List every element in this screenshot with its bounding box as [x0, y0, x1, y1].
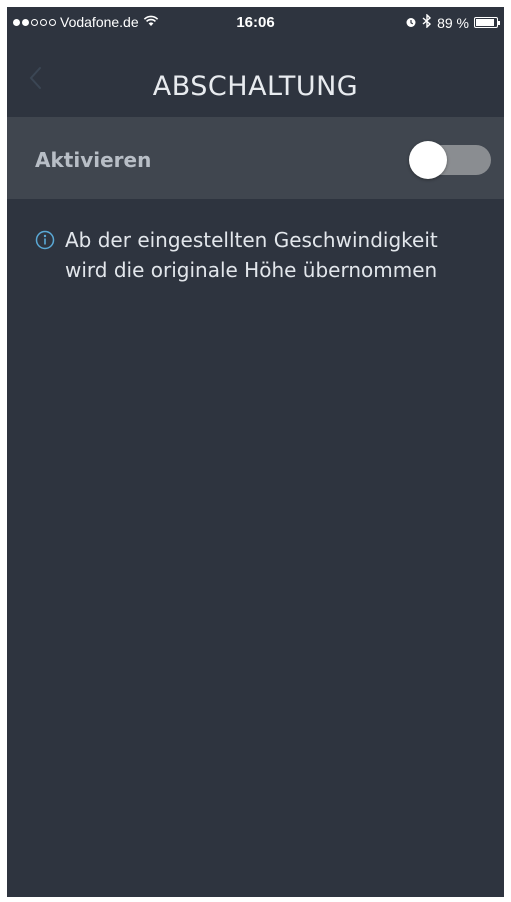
status-right: 89 % [405, 13, 500, 31]
toggle-knob [409, 141, 447, 179]
navigation-bar: ABSCHALTUNG [7, 37, 504, 117]
activate-setting-row: Aktivieren [7, 117, 504, 199]
activate-toggle[interactable] [409, 141, 491, 179]
info-text: Ab der eingestellten Geschwindigkeit wir… [65, 228, 438, 282]
page-title: ABSCHALTUNG [152, 71, 359, 102]
info-note: Ab der eingestellten Geschwindigkeit wir… [35, 225, 485, 285]
app-screen: Vodafone.de 16:06 89 % ABSCHALTUNG Aktiv… [7, 7, 504, 897]
status-bar: Vodafone.de 16:06 89 % [7, 7, 504, 37]
activate-label: Aktivieren [35, 148, 152, 172]
battery-level [476, 19, 494, 26]
alarm-icon [405, 15, 417, 31]
bluetooth-icon [422, 13, 432, 31]
battery-percent: 89 % [437, 14, 469, 31]
battery-icon [474, 17, 500, 28]
info-icon [35, 230, 55, 250]
